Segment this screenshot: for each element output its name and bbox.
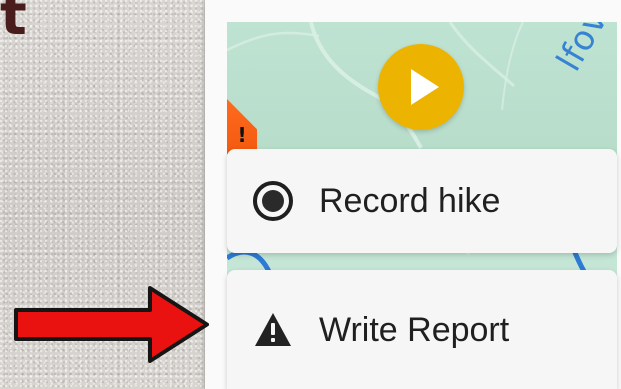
record-icon: [253, 181, 293, 221]
write-report-button[interactable]: Write Report: [227, 270, 617, 389]
play-icon: [410, 69, 439, 105]
record-hike-label: Record hike: [319, 182, 501, 220]
play-button[interactable]: [378, 44, 464, 130]
corner-letter: t: [0, 0, 27, 48]
write-report-label: Write Report: [319, 310, 510, 349]
warning-triangle-icon: [255, 312, 291, 346]
record-icon-dot: [262, 190, 284, 212]
record-hike-button[interactable]: Record hike: [227, 149, 617, 253]
red-arrow-icon: [14, 286, 209, 363]
app-screenshot: lfov N ! Record hike Write Report: [205, 0, 621, 389]
